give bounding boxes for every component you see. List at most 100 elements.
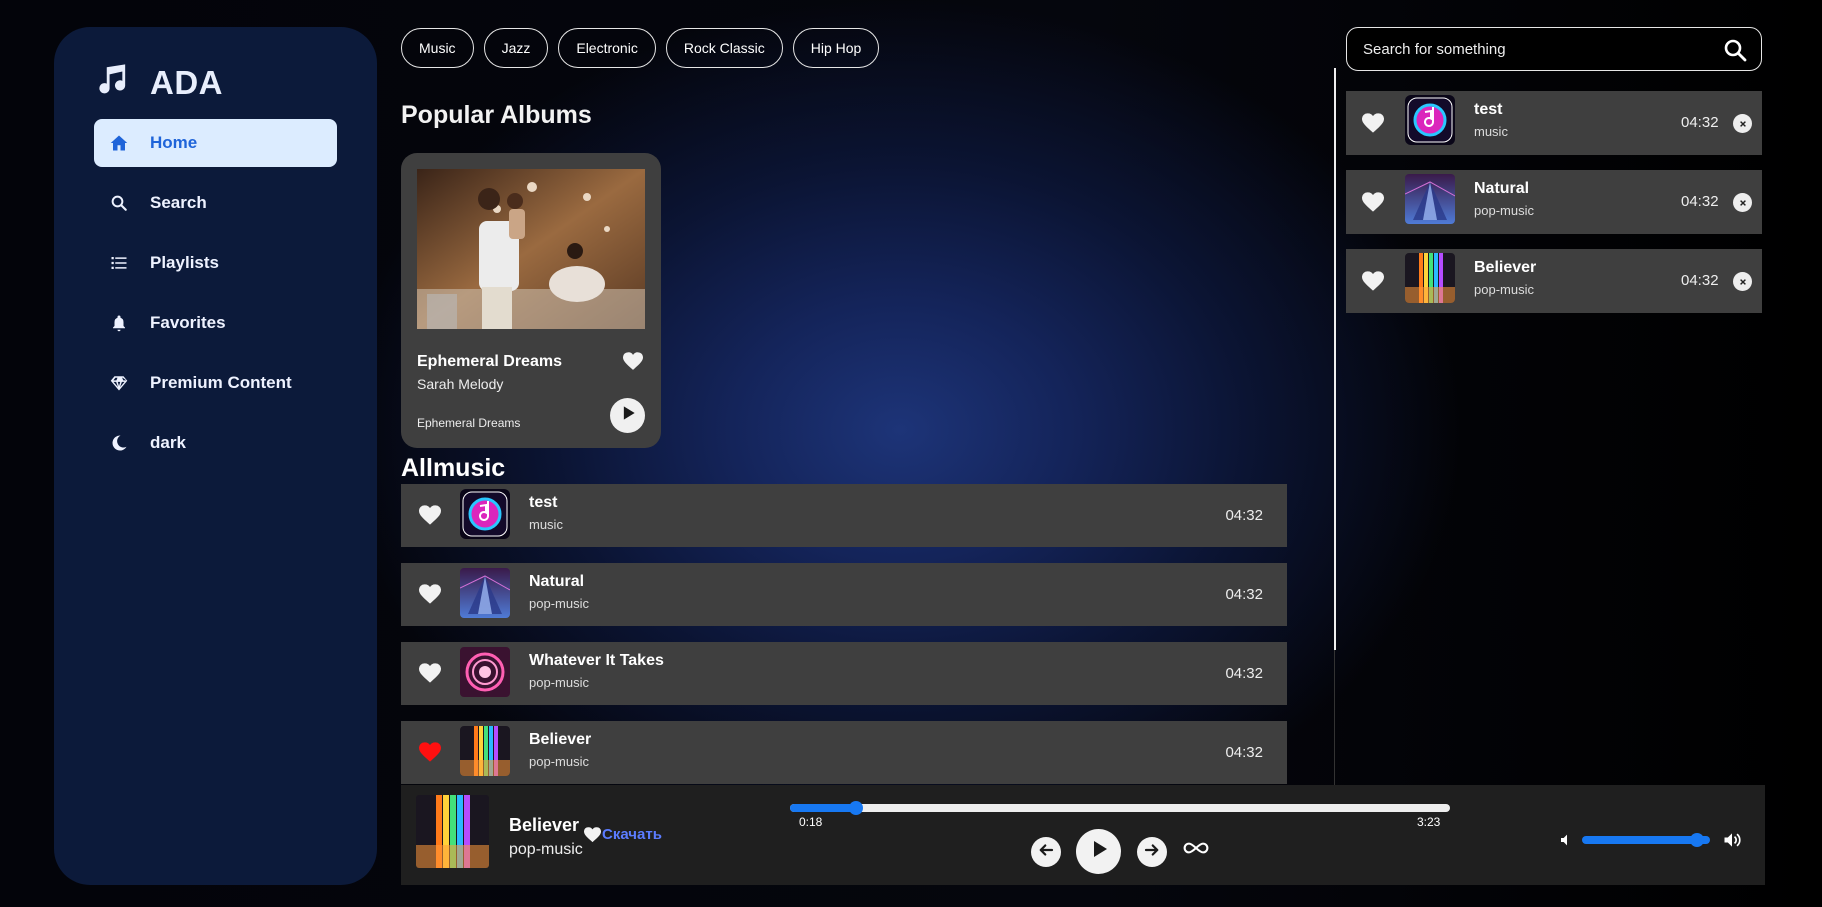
now-playing-cover [416,795,489,868]
sidebar-item-premium[interactable]: Premium Content [94,359,337,407]
track-row[interactable]: Whatever It Takes pop-music 04:32 [401,642,1287,705]
track-name: Believer [529,731,592,748]
sidebar-item-theme[interactable]: dark [94,419,337,467]
diamond-icon [108,374,130,392]
search-icon[interactable] [1723,38,1747,62]
genre-chip-hip-hop[interactable]: Hip Hop [792,28,880,68]
panel-divider-lower [1334,650,1335,785]
heart-icon[interactable] [1361,192,1385,213]
track-name: Natural [529,573,585,590]
list-icon [108,254,130,272]
queue-item[interactable]: Believer pop-music 04:32 [1346,249,1762,313]
volume-slider[interactable] [1582,833,1710,847]
track-thumbnail [460,726,510,776]
track-duration: 04:32 [1681,193,1719,210]
sidebar-item-label: Home [150,133,198,152]
heart-icon[interactable] [1361,271,1385,292]
sidebar-item-label: Favorites [150,313,226,332]
infinity-icon[interactable] [1182,840,1210,864]
heart-icon[interactable] [418,505,442,526]
bell-icon [108,314,130,332]
sidebar-item-home[interactable]: Home [94,119,337,167]
sidebar-item-label: Search [150,193,207,212]
close-icon [1739,273,1747,291]
track-thumbnail [1405,253,1455,303]
sidebar-item-label: Premium Content [150,373,292,392]
genre-chip-electronic[interactable]: Electronic [558,28,656,68]
search-box [1346,27,1762,71]
progress-handle[interactable] [849,801,863,815]
download-link[interactable]: Скачать [602,826,662,843]
track-genre: music [1474,124,1508,139]
total-time: 3:23 [1417,815,1441,829]
album-play-button[interactable] [610,398,645,433]
heart-icon[interactable] [418,742,442,763]
heart-icon[interactable] [583,827,602,843]
genre-chips: Music Jazz Electronic Rock Classic Hip H… [401,28,880,68]
sidebar-item-search[interactable]: Search [94,179,337,227]
track-duration: 04:32 [1681,114,1719,131]
track-thumbnail [460,647,510,697]
remove-button[interactable] [1733,272,1752,291]
track-thumbnail [460,489,510,539]
progress-bar[interactable] [790,801,1450,815]
heart-icon[interactable] [1361,113,1385,134]
volume-handle[interactable] [1690,833,1705,847]
popular-albums-title: Popular Albums [401,101,592,129]
track-duration: 04:32 [1225,665,1263,682]
sidebar-item-playlists[interactable]: Playlists [94,239,337,287]
arrow-left-icon [1037,841,1055,864]
search-input[interactable] [1363,28,1703,70]
volume-high-icon[interactable] [1721,830,1743,850]
track-row[interactable]: Natural pop-music 04:32 [401,563,1287,626]
track-row[interactable]: Believer pop-music 04:32 [401,721,1287,784]
moon-icon [108,434,130,452]
sidebar-nav: Home Search Playlists Favorites Premium … [94,119,337,479]
allmusic-list: test music 04:32 Natural pop-music 04:32… [401,484,1287,784]
sidebar: ADA Home Search Playlists Favorites Prem… [54,27,377,885]
track-name: Whatever It Takes [529,652,664,669]
next-button[interactable] [1137,837,1167,867]
heart-icon[interactable] [418,584,442,605]
panel-divider [1334,68,1336,650]
progress-fill [790,804,856,812]
close-icon [1739,115,1747,133]
track-thumbnail [1405,174,1455,224]
genre-chip-rock-classic[interactable]: Rock Classic [665,28,783,68]
current-time: 0:18 [799,815,823,829]
genre-chip-music[interactable]: Music [401,28,474,68]
album-artist: Sarah Melody [417,376,504,392]
play-icon [1087,837,1111,866]
album-card[interactable]: Ephemeral Dreams Sarah Melody Ephemeral … [401,153,661,448]
track-genre: pop-music [1474,282,1534,297]
track-duration: 04:32 [1681,272,1719,289]
queue-item[interactable]: Natural pop-music 04:32 [1346,170,1762,234]
queue-list: test music 04:32 Natural pop-music 04:32… [1346,91,1762,328]
player-bar: Believer pop-music Скачать 0:18 3:23 [401,785,1765,885]
track-genre: pop-music [1474,203,1534,218]
heart-icon[interactable] [622,352,644,372]
now-playing-genre: pop-music [509,841,583,858]
genre-chip-jazz[interactable]: Jazz [483,28,549,68]
allmusic-title: Allmusic [401,454,506,482]
sidebar-item-label: Playlists [150,253,219,272]
album-cover [417,169,645,329]
track-row[interactable]: test music 04:32 [401,484,1287,547]
track-name: test [1474,101,1503,118]
home-icon [108,134,130,152]
track-genre: pop-music [529,675,589,690]
track-name: Natural [1474,180,1530,197]
brand-name: ADA [150,63,223,101]
sidebar-item-favorites[interactable]: Favorites [94,299,337,347]
track-duration: 04:32 [1225,744,1263,761]
queue-item[interactable]: test music 04:32 [1346,91,1762,155]
now-playing-title: Believer [509,815,580,835]
remove-button[interactable] [1733,114,1752,133]
remove-button[interactable] [1733,193,1752,212]
heart-icon[interactable] [418,663,442,684]
track-name: test [529,494,558,511]
track-name: Believer [1474,259,1537,276]
volume-low-icon[interactable] [1559,832,1575,848]
play-button[interactable] [1076,829,1121,874]
previous-button[interactable] [1031,837,1061,867]
